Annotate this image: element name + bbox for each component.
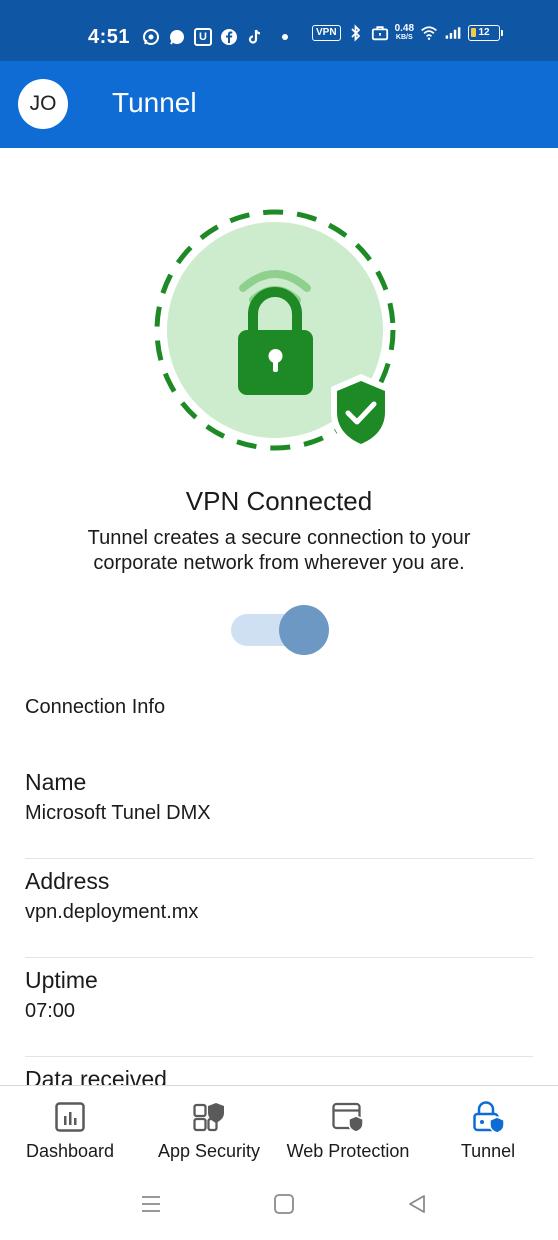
connection-info-heading: Connection Info [25, 696, 166, 718]
signal-icon [168, 28, 186, 46]
app-security-icon [193, 1103, 224, 1132]
nav-dashboard[interactable]: Dashboard [24, 1086, 116, 1176]
cellular-icon [444, 24, 462, 42]
info-label: Name [25, 769, 87, 795]
vpn-toggle[interactable] [231, 604, 330, 656]
u-app-icon: U [194, 28, 212, 46]
network-speed: 0.48 KB/S [395, 24, 414, 42]
vpn-status-illustration [153, 208, 403, 458]
notification-icons: U [142, 28, 288, 46]
tunnel-lock-icon [473, 1101, 505, 1133]
system-navigation-bar [0, 1175, 558, 1240]
tiktok-icon [246, 28, 264, 46]
info-item-uptime: Uptime 07:00 [25, 958, 533, 1057]
facebook-icon [220, 28, 238, 46]
nav-web-protection[interactable]: Web Protection [284, 1086, 412, 1176]
info-label: Data received [25, 1066, 167, 1085]
home-icon[interactable] [273, 1193, 295, 1215]
info-item-name: Name Microsoft Tunel DMX [25, 760, 533, 859]
dot-icon [282, 34, 288, 40]
wifi-icon [420, 24, 438, 42]
back-icon[interactable] [406, 1193, 428, 1215]
battery-icon: 12 [468, 25, 504, 41]
dashboard-chart-icon [55, 1102, 85, 1132]
web-protection-icon [332, 1102, 364, 1133]
info-value: 07:00 [25, 1000, 76, 1022]
toggle-thumb [279, 605, 329, 655]
info-label: Address [25, 868, 110, 894]
speed-unit: KB/S [395, 34, 413, 41]
nav-label: Web Protection [286, 1141, 410, 1161]
vpn-icon: VPN [312, 25, 341, 41]
whatsapp-icon [142, 28, 160, 46]
info-item-data-received: Data received [25, 1057, 533, 1085]
vpn-description: Tunnel creates a secure connection to yo… [87, 527, 471, 574]
nav-tunnel[interactable]: Tunnel [456, 1086, 520, 1176]
vpn-status-heading: VPN Connected [185, 486, 373, 516]
speed-value: 0.48 [394, 23, 415, 34]
nav-label: Tunnel [460, 1141, 516, 1161]
connection-info-list[interactable]: Name Microsoft Tunel DMX Address vpn.dep… [25, 760, 533, 1085]
system-status-icons: VPN 0.48 KB/S 12 [312, 24, 504, 42]
status-bar: 4:51 U VPN 0.48 KB/S 12 [0, 0, 558, 61]
page-title: Tunnel [112, 87, 197, 118]
nav-app-security[interactable]: App Security [156, 1086, 262, 1176]
bottom-navigation: Dashboard App Security Web Protection Tu… [0, 1085, 558, 1175]
menu-icon[interactable] [140, 1193, 162, 1215]
app-bar: JO Tunnel [0, 61, 558, 148]
info-value: Microsoft Tunel DMX [25, 802, 211, 824]
nav-label: Dashboard [25, 1141, 115, 1161]
bluetooth-icon [347, 24, 365, 42]
info-item-address: Address vpn.deployment.mx [25, 859, 533, 958]
info-value: vpn.deployment.mx [25, 901, 199, 923]
briefcase-icon [371, 24, 389, 42]
avatar[interactable]: JO [18, 79, 68, 129]
shield-check-icon [331, 374, 391, 451]
info-label: Uptime [25, 967, 98, 993]
nav-label: App Security [157, 1141, 261, 1161]
status-time: 4:51 [88, 26, 131, 48]
